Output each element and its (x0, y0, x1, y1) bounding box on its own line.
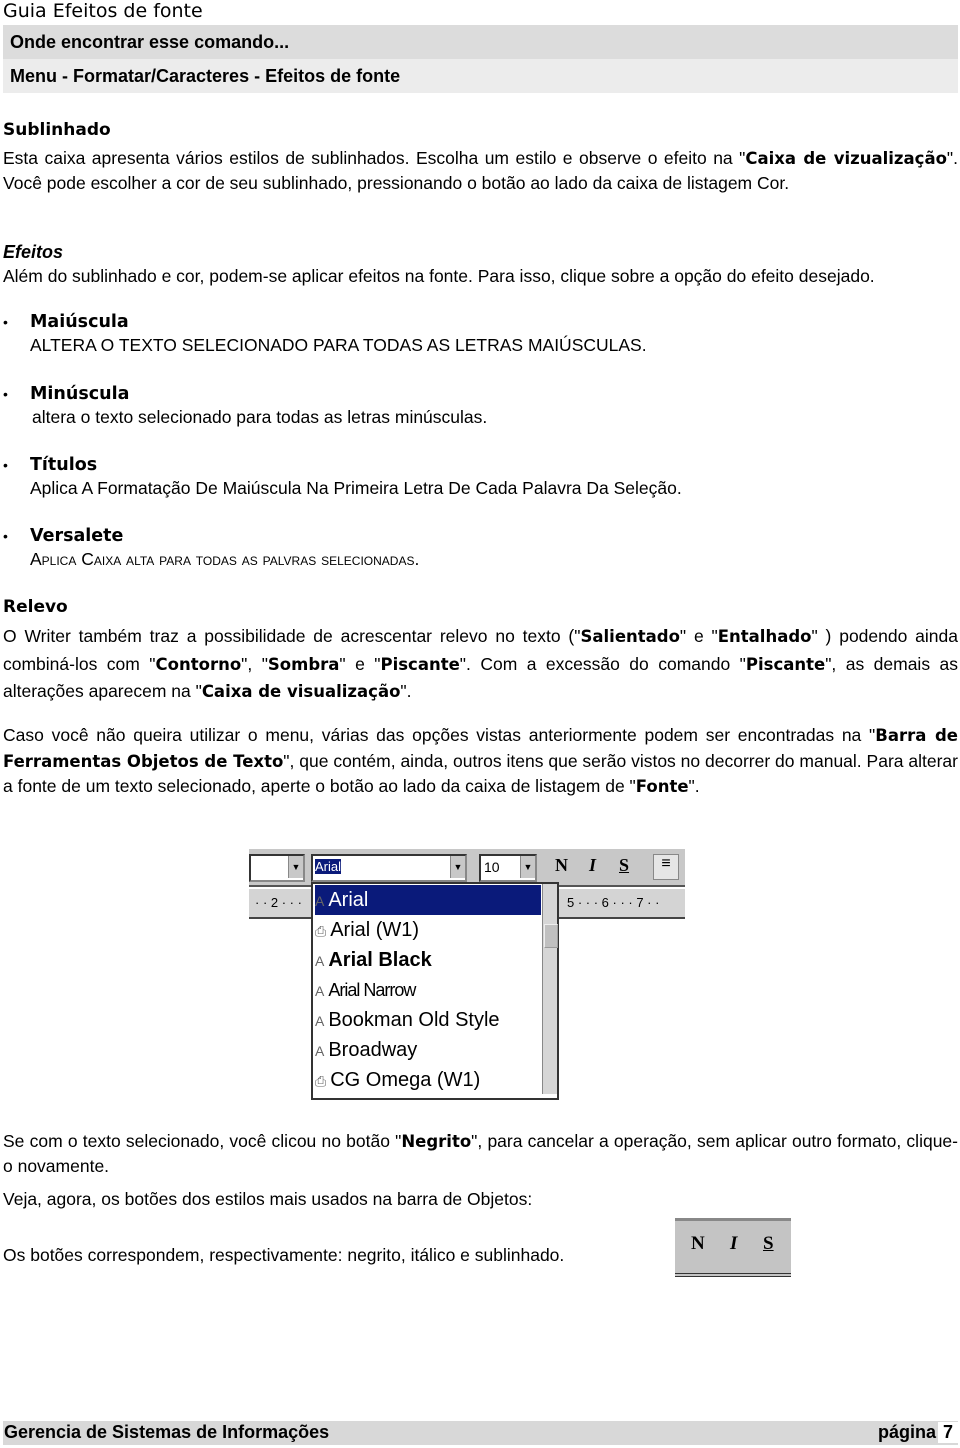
bold-button[interactable]: N (691, 1233, 705, 1255)
printer-font-icon: ⎙ (315, 1073, 327, 1089)
bold-term: Entalhado (717, 627, 812, 646)
style-buttons-image: N I S (675, 1218, 791, 1277)
document-title: Guia Efeitos de fonte (3, 0, 203, 22)
bullet-icon: • (3, 457, 8, 473)
font-option-label: CG Omega (W1) (330, 1069, 481, 1091)
paragraph-negrito: Se com o texto selecionado, você clicou … (3, 1129, 958, 1178)
text-segment: ". (400, 681, 412, 701)
effect-title: Versalete (30, 526, 124, 546)
text-segment: ", " (241, 653, 268, 674)
font-option[interactable]: ⎙ Arial (W1) (315, 915, 541, 945)
truetype-font-icon: A (315, 1043, 325, 1059)
bold-term: Contorno (155, 654, 242, 674)
where-to-find-bar: Onde encontrar esse comando... (3, 25, 958, 59)
paragraph-relevo: O Writer também traz a possibilidade de … (3, 623, 958, 706)
font-option-label: Arial (W1) (330, 919, 420, 941)
bold-term: Fonte (635, 777, 689, 796)
paragraph-caso: Caso você não queira utilizar o menu, vá… (3, 723, 958, 800)
font-size-value: 10 (484, 859, 500, 875)
font-option[interactable]: A Arial Narrow (315, 975, 541, 1005)
heading-relevo: Relevo (3, 597, 68, 617)
bold-term: Salientado (580, 627, 680, 646)
text-segment: ". (688, 776, 700, 796)
ruler-left: · · 2 · · · (255, 895, 302, 910)
chevron-down-icon[interactable]: ▼ (288, 856, 303, 878)
bold-term: Sombra (267, 654, 340, 674)
menu-path: Menu - Formatar/Caracteres - Efeitos de … (10, 66, 401, 86)
bullet-icon: • (3, 386, 8, 402)
bullet-icon: • (3, 314, 8, 330)
text-segment: Esta caixa apresenta vários estilos de s… (3, 148, 746, 168)
bold-term: Piscante (380, 654, 460, 674)
bold-term: Caixa de visualização (201, 682, 401, 701)
heading-efeitos: Efeitos (3, 242, 64, 262)
footer: Gerencia de Sistemas de Informações pági… (3, 1421, 958, 1445)
font-option-label: Arial (328, 889, 369, 911)
text-segment: " e " (679, 626, 718, 646)
scrollbar[interactable] (542, 884, 558, 1094)
font-option-label: Arial Narrow (328, 980, 416, 1000)
font-toolbar-screenshot: ▼ Arial ▼ 10 ▼ N I S ≡ · · 2 · · · 5 · · ·… (249, 849, 685, 1100)
text-segment: ". Com a excessão do comando " (459, 653, 746, 674)
effect-title: Títulos (30, 455, 98, 475)
bold-term: Caixa de vizualização (745, 149, 947, 168)
paragraph-veja: Veja, agora, os botões dos estilos mais … (3, 1189, 533, 1209)
truetype-font-icon: A (315, 893, 325, 909)
printer-font-icon: ⎙ (315, 923, 327, 939)
chevron-down-icon[interactable]: ▼ (520, 856, 535, 878)
menu-path-bar: Menu - Formatar/Caracteres - Efeitos de … (3, 59, 958, 93)
footer-page-label: página (877, 1422, 936, 1442)
font-option[interactable]: A Arial Black (315, 945, 541, 975)
paragraph-botoes: Os botões correspondem, respectivamente:… (3, 1245, 565, 1265)
paragraph-sublinhado: Esta caixa apresenta vários estilos de s… (3, 146, 958, 196)
effect-description: ALTERA O TEXTO SELECIONADO PARA TODAS AS… (30, 335, 647, 355)
effect-title: Minúscula (30, 384, 130, 404)
italic-button[interactable]: I (730, 1233, 737, 1255)
heading-sublinhado: Sublinhado (3, 120, 111, 140)
underline-button[interactable]: S (619, 855, 629, 876)
font-option[interactable]: A Arial (315, 885, 541, 915)
bold-button[interactable]: N (555, 855, 568, 876)
bold-term: Negrito (401, 1132, 472, 1151)
text-segment: Se com o texto selecionado, você clicou … (3, 1131, 402, 1151)
effect-title: Maiúscula (30, 312, 129, 332)
effect-description: Aplica Caixa alta para todas as palvras … (30, 549, 420, 569)
ruler-right: 5 · · · 6 · · · 7 · · (567, 895, 660, 910)
font-option-label: Bookman Old Style (328, 1009, 500, 1031)
effect-description: altera o texto selecionado para todas as… (32, 407, 488, 427)
text-segment: O Writer também traz a possibilidade de … (3, 626, 581, 646)
scrollbar-thumb[interactable] (544, 924, 558, 948)
paragraph-efeitos: Além do sublinhado e cor, podem-se aplic… (3, 266, 875, 286)
font-option[interactable]: A Bookman Old Style (315, 1005, 541, 1035)
footer-page-number: 7 (938, 1422, 958, 1443)
font-name-combo[interactable]: Arial ▼ (311, 854, 467, 882)
text-segment: Caso você não queira utilizar o menu, vá… (3, 725, 876, 745)
italic-button[interactable]: I (589, 855, 596, 876)
font-option[interactable]: A Broadway (315, 1035, 541, 1065)
bold-term: Piscante (745, 654, 826, 674)
font-option[interactable]: ⎙ CG Omega (W1) (315, 1065, 541, 1095)
style-combo[interactable]: ▼ (249, 854, 305, 882)
effect-description: Aplica A Formatação De Maiúscula Na Prim… (30, 478, 682, 498)
where-to-find-label: Onde encontrar esse comando... (10, 32, 290, 52)
align-left-icon[interactable]: ≡ (653, 854, 679, 880)
truetype-font-icon: A (315, 983, 325, 999)
truetype-font-icon: A (315, 953, 325, 969)
font-option-label: Broadway (328, 1039, 418, 1061)
font-size-combo[interactable]: 10 ▼ (479, 854, 537, 882)
underline-button[interactable]: S (763, 1233, 774, 1255)
bullet-icon: • (3, 528, 8, 544)
footer-organization: Gerencia de Sistemas de Informações (4, 1422, 330, 1442)
text-segment: " e " (339, 653, 381, 674)
truetype-font-icon: A (315, 1013, 325, 1029)
font-name-value: Arial (315, 859, 342, 874)
font-dropdown-list: A Arial ⎙ Arial (W1) A Arial Black A Arial Narr… (311, 882, 559, 1100)
chevron-down-icon[interactable]: ▼ (450, 856, 465, 878)
font-option-label: Arial Black (328, 949, 432, 971)
